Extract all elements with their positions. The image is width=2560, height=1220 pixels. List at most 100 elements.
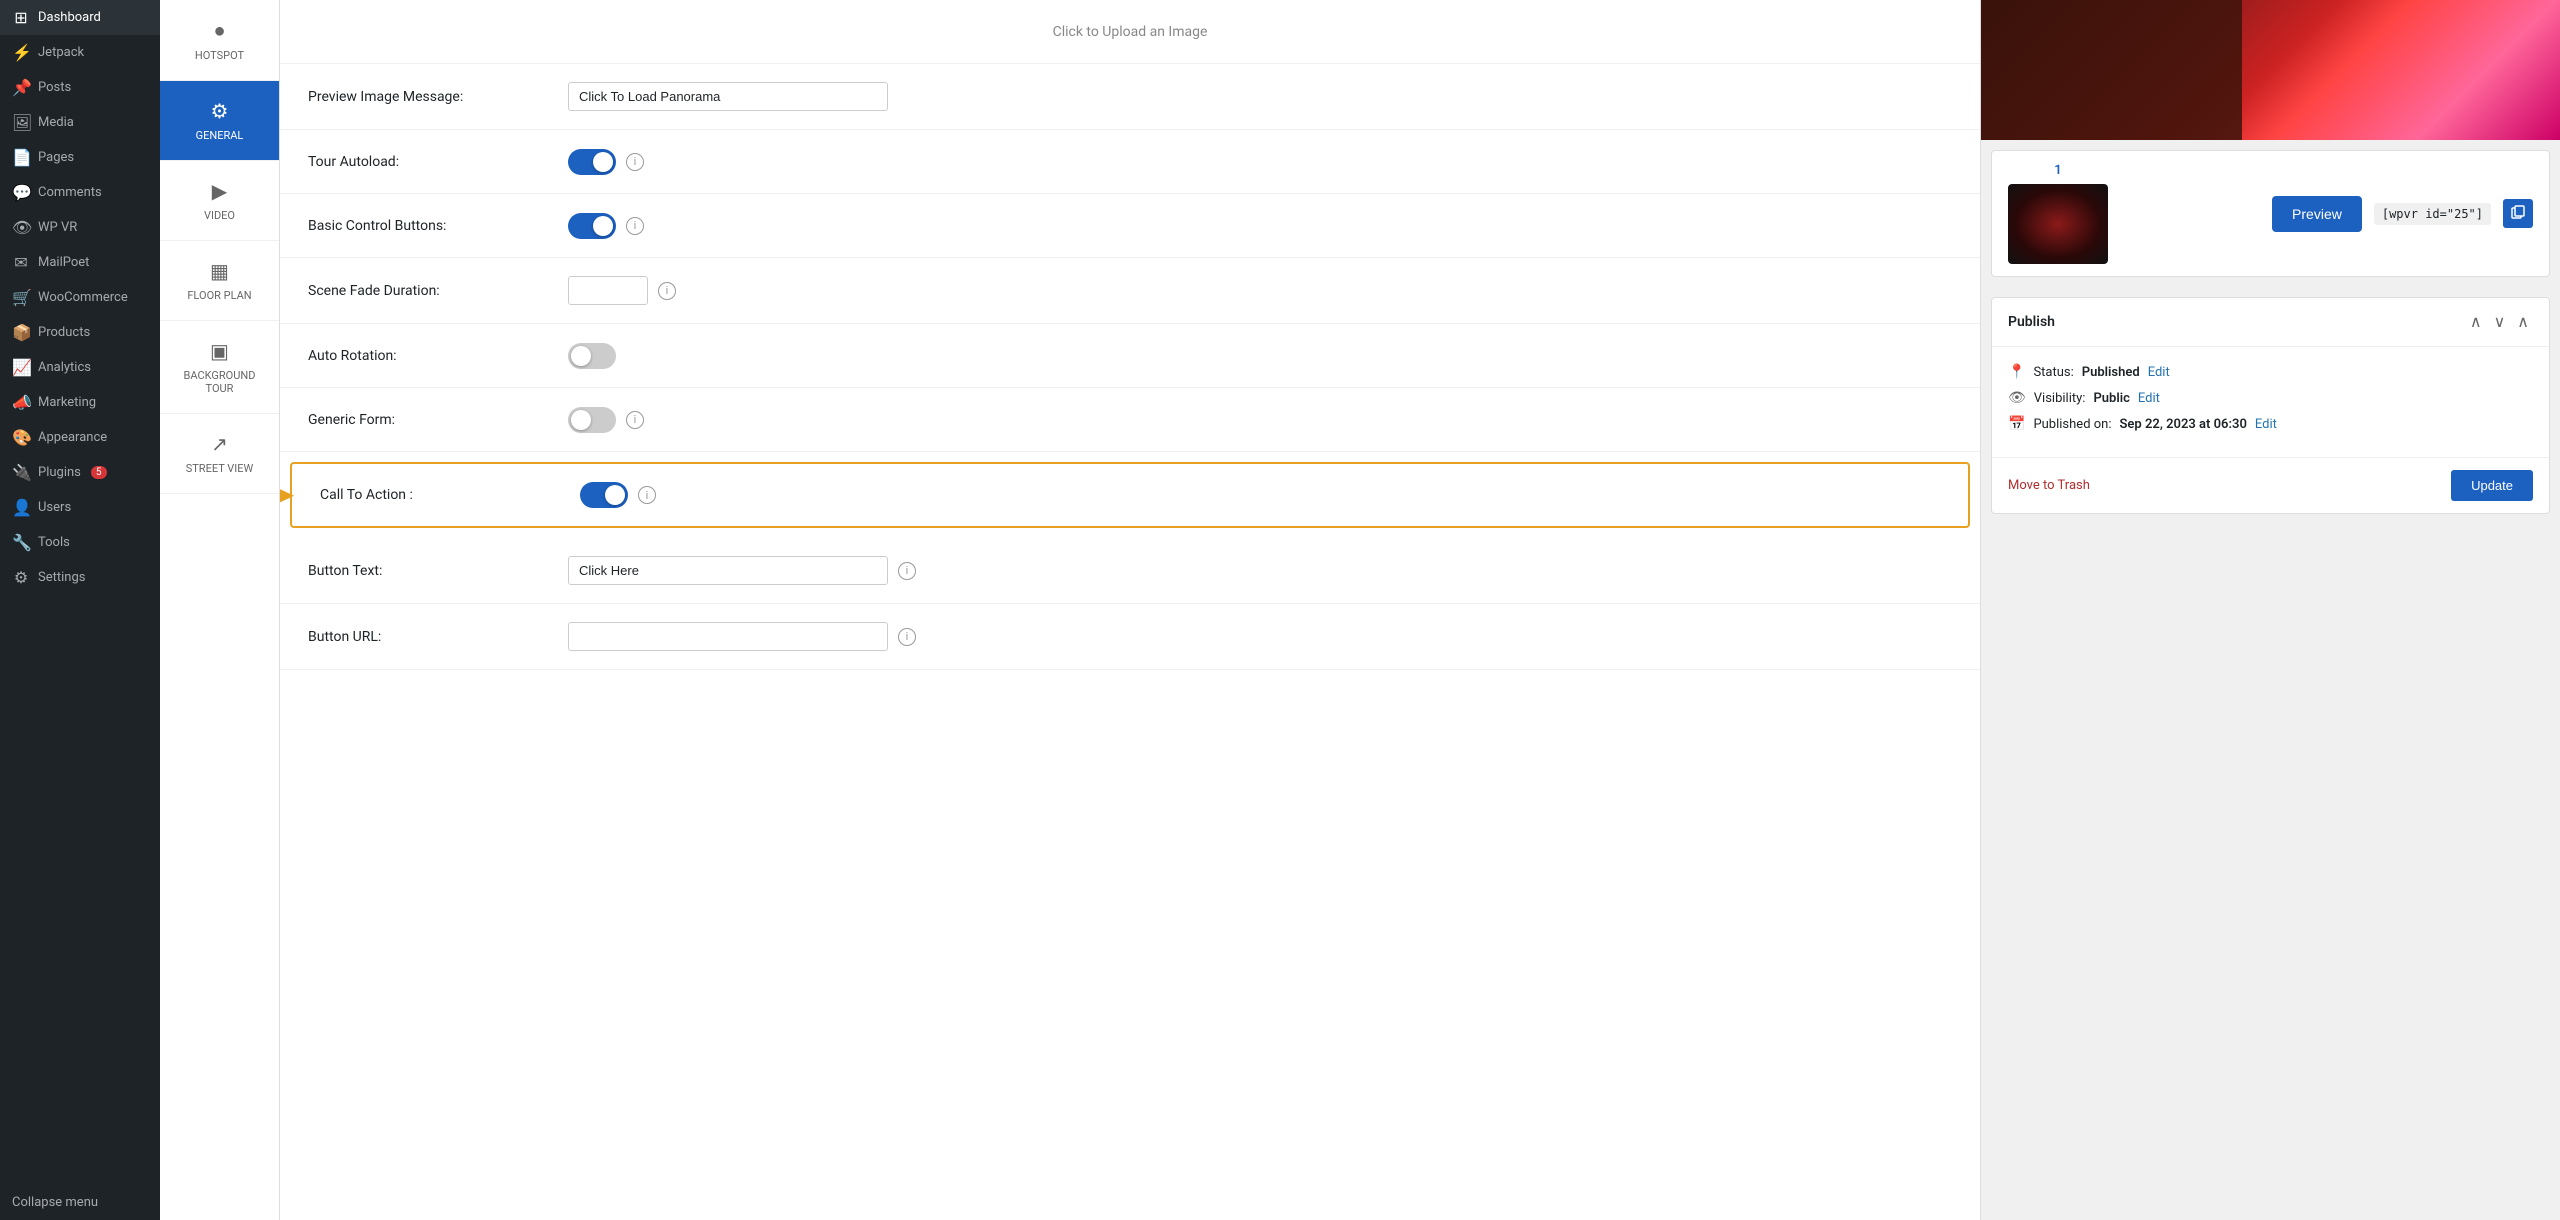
tour-autoload-info-icon[interactable]: i <box>626 153 644 171</box>
sidebar-label-plugins: Plugins <box>38 465 81 480</box>
sidebar-item-comments[interactable]: 💬 Comments <box>0 175 160 210</box>
sidebar-label-marketing: Marketing <box>38 395 96 410</box>
sidebar-item-appearance[interactable]: 🎨 Appearance <box>0 420 160 455</box>
button-text-info-icon[interactable]: i <box>898 562 916 580</box>
visibility-row: 👁 Visibility: Public Edit <box>2008 385 2533 411</box>
button-url-info-icon[interactable]: i <box>898 628 916 646</box>
sidebar-item-jetpack[interactable]: ⚡ Jetpack <box>0 35 160 70</box>
sidebar-item-woocommerce[interactable]: 🛒 WooCommerce <box>0 280 160 315</box>
auto-rotation-row: Auto Rotation: <box>280 324 1980 388</box>
visibility-value: Public <box>2093 391 2129 406</box>
generic-form-info-icon[interactable]: i <box>626 411 644 429</box>
preview-image-message-control <box>568 82 1952 111</box>
sidebar-label-comments: Comments <box>38 185 102 200</box>
auto-rotation-control <box>568 343 1952 369</box>
sidebar-item-marketing[interactable]: 📣 Marketing <box>0 385 160 420</box>
hotspot-icon: ● <box>213 18 225 43</box>
plugins-icon: 🔌 <box>12 463 30 482</box>
collapse-menu-button[interactable]: Collapse menu <box>0 1185 160 1220</box>
sidebar-label-mailpoet: MailPoet <box>38 255 89 270</box>
publish-footer: Move to Trash Update <box>1992 457 2549 513</box>
copy-icon <box>2511 205 2525 219</box>
copy-shortcode-button[interactable] <box>2503 199 2533 228</box>
background-tour-icon: ▣ <box>210 339 229 363</box>
button-text-row: Button Text: i <box>280 538 1980 604</box>
sidebar-item-tools[interactable]: 🔧 Tools <box>0 525 160 560</box>
sidebar-item-settings[interactable]: ⚙ Settings <box>0 560 160 595</box>
sidebar-item-mailpoet[interactable]: ✉ MailPoet <box>0 245 160 280</box>
sub-sidebar-floor-plan[interactable]: ▦ FLOOR PLAN <box>160 241 279 321</box>
sidebar-item-pages[interactable]: 📄 Pages <box>0 140 160 175</box>
publish-controls: ∧ ∨ ∧ <box>2466 310 2533 334</box>
button-text-input[interactable] <box>568 556 888 585</box>
button-url-input[interactable] <box>568 622 888 651</box>
users-icon: 👤 <box>12 498 30 517</box>
sub-sidebar-general[interactable]: ⚙ GENERAL <box>160 81 279 161</box>
cta-toggle[interactable] <box>580 482 628 508</box>
visibility-icon: 👁 <box>2008 390 2026 406</box>
sidebar-label-pages: Pages <box>38 150 74 165</box>
upload-image-row: Click to Upload an Image <box>280 0 1980 64</box>
collapse-menu-label: Collapse menu <box>12 1195 98 1210</box>
publish-header: Publish ∧ ∨ ∧ <box>1992 298 2549 347</box>
scene-fade-input[interactable] <box>568 276 648 305</box>
button-url-row: Button URL: i <box>280 604 1980 670</box>
generic-form-toggle[interactable] <box>568 407 616 433</box>
sidebar-item-plugins[interactable]: 🔌 Plugins 5 <box>0 455 160 490</box>
floor-plan-icon: ▦ <box>210 259 229 283</box>
visibility-edit-link[interactable]: Edit <box>2138 391 2160 406</box>
publish-close-button[interactable]: ∧ <box>2513 310 2533 334</box>
generic-form-label: Generic Form: <box>308 412 568 428</box>
general-icon: ⚙ <box>211 99 229 123</box>
plugins-badge: 5 <box>91 466 107 479</box>
preview-image-area <box>1981 0 2560 140</box>
status-icon: 📍 <box>2008 364 2025 380</box>
cta-row: Call To Action : i <box>290 462 1970 528</box>
sidebar-item-analytics[interactable]: 📈 Analytics <box>0 350 160 385</box>
move-to-trash-link[interactable]: Move to Trash <box>2008 478 2090 493</box>
status-edit-link[interactable]: Edit <box>2148 365 2170 380</box>
sub-sidebar-floor-plan-label: FLOOR PLAN <box>187 289 251 302</box>
posts-icon: 📌 <box>12 78 30 97</box>
dashboard-icon: ⊞ <box>12 8 30 27</box>
basic-control-toggle[interactable] <box>568 213 616 239</box>
mailpoet-icon: ✉ <box>12 253 30 272</box>
scene-fade-row: Scene Fade Duration: i <box>280 258 1980 324</box>
marketing-icon: 📣 <box>12 393 30 412</box>
scene-fade-info-icon[interactable]: i <box>658 282 676 300</box>
sub-sidebar-street-view[interactable]: ↗ STREET VIEW <box>160 414 279 494</box>
products-icon: 📦 <box>12 323 30 342</box>
preview-button[interactable]: Preview <box>2272 196 2362 232</box>
published-edit-link[interactable]: Edit <box>2255 417 2277 432</box>
generic-form-row: Generic Form: i <box>280 388 1980 452</box>
sidebar-item-dashboard[interactable]: ⊞ Dashboard <box>0 0 160 35</box>
cta-info-icon[interactable]: i <box>638 486 656 504</box>
preview-image-message-input[interactable] <box>568 82 888 111</box>
sidebar-item-posts[interactable]: 📌 Posts <box>0 70 160 105</box>
button-text-control: i <box>568 556 1952 585</box>
sub-sidebar-video[interactable]: ▶ VIDEO <box>160 161 279 241</box>
main-content: Click to Upload an Image Preview Image M… <box>280 0 2560 1220</box>
button-url-label: Button URL: <box>308 629 568 645</box>
sidebar-label-jetpack: Jetpack <box>38 45 84 60</box>
publish-collapse-down-button[interactable]: ∨ <box>2490 310 2510 334</box>
status-label: Status: <box>2033 365 2073 380</box>
basic-control-info-icon[interactable]: i <box>626 217 644 235</box>
tour-autoload-row: Tour Autoload: i <box>280 130 1980 194</box>
tour-autoload-toggle[interactable] <box>568 149 616 175</box>
sidebar-label-settings: Settings <box>38 570 85 585</box>
sidebar-item-products[interactable]: 📦 Products <box>0 315 160 350</box>
sub-sidebar-hotspot[interactable]: ● HOTSPOT <box>160 0 279 81</box>
sidebar-item-wp-vr[interactable]: 👁 WP VR <box>0 210 160 245</box>
sidebar-item-users[interactable]: 👤 Users <box>0 490 160 525</box>
update-button[interactable]: Update <box>2451 470 2533 501</box>
auto-rotation-toggle[interactable] <box>568 343 616 369</box>
published-on-row: 📅 Published on: Sep 22, 2023 at 06:30 Ed… <box>2008 411 2533 437</box>
basic-control-row: Basic Control Buttons: i <box>280 194 1980 258</box>
sidebar-item-media[interactable]: 🖼 Media <box>0 105 160 140</box>
publish-collapse-up-button[interactable]: ∧ <box>2466 310 2486 334</box>
sidebar-label-analytics: Analytics <box>38 360 91 375</box>
thumbnail-number: 1 <box>2008 163 2108 178</box>
sub-sidebar-background-tour[interactable]: ▣ BACKGROUND TOUR <box>160 321 279 414</box>
video-icon: ▶ <box>212 179 227 203</box>
